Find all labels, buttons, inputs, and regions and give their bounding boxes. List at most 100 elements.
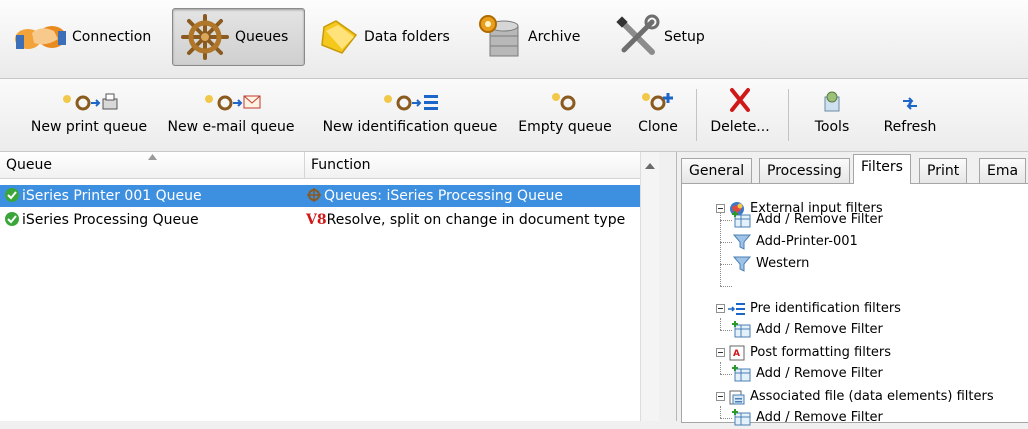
refresh-button[interactable]: Refresh (872, 85, 948, 145)
tree-connector (720, 318, 721, 330)
new-email-queue-button[interactable]: New e-mail queue (162, 85, 300, 145)
queue-list-grid: Queue Function iSeries Printer 001 Queue… (0, 152, 659, 421)
queue-function-cell: V8Resolve, split on change in document t… (306, 209, 640, 231)
grid-header: Queue Function (0, 152, 658, 179)
tab-general[interactable]: General (681, 158, 753, 183)
empty-queue-button[interactable]: Empty queue (512, 85, 618, 145)
nav-connection-button[interactable]: Connection (8, 8, 166, 66)
nav-setup-label: Setup (664, 29, 705, 45)
tree-collapse-toggle[interactable] (716, 204, 725, 213)
tree-node-associated-file-filters[interactable]: Associated file (data elements) filters (728, 386, 994, 408)
tools-label: Tools (814, 119, 850, 135)
funnel-icon (732, 234, 752, 250)
nav-queues-button[interactable]: Queues (172, 8, 305, 66)
new-identification-queue-button[interactable]: New identification queue (312, 85, 508, 145)
ship-wheel-small-icon (307, 188, 321, 202)
tree-collapse-toggle[interactable] (716, 392, 725, 401)
tree-node-add-remove-filter[interactable]: Add / Remove Filter (732, 407, 883, 429)
tree-node-pre-identification-filters[interactable]: Pre identification filters (728, 298, 901, 320)
add-filter-table-icon (732, 211, 751, 228)
tree-node-filter-add-printer-001[interactable]: Add-Printer-001 (732, 231, 858, 253)
tree-node-label: Post formatting filters (750, 345, 892, 360)
tree-node-filter-western[interactable]: Western (732, 253, 809, 275)
queue-name-text: iSeries Printer 001 Queue (22, 188, 202, 204)
toolbar-separator (788, 89, 789, 141)
tools-button[interactable]: Tools (800, 85, 864, 145)
table-row[interactable]: iSeries Processing Queue V8Resolve, spli… (0, 209, 640, 231)
add-filter-table-icon (732, 321, 751, 338)
handshake-icon (15, 26, 66, 49)
tree-node-label: Add / Remove Filter (756, 410, 883, 425)
toolbar-separator (696, 89, 697, 141)
queue-function-text: Queues: iSeries Processing Queue (324, 188, 564, 204)
empty-queue-icon (552, 93, 576, 111)
tree-collapse-toggle[interactable] (716, 304, 725, 313)
refresh-label: Refresh (883, 119, 937, 135)
tab-print[interactable]: Print (919, 158, 968, 183)
column-header-queue-label: Queue (6, 157, 52, 173)
scroll-up-arrow-icon[interactable] (645, 162, 655, 170)
add-filter-table-icon (732, 365, 751, 382)
nav-data-folders-button[interactable]: Data folders (312, 8, 467, 66)
tree-node-label: Pre identification filters (750, 301, 901, 316)
nav-setup-button[interactable]: Setup (608, 8, 718, 66)
main-navigation-bar: Connection Queues Data folders Archive S… (0, 0, 1028, 79)
filters-tab-panel: External input filters Add / Remove Filt… (681, 183, 1028, 426)
tab-filters[interactable]: Filters (853, 154, 911, 184)
delete-label: Delete... (710, 119, 770, 135)
queue-name-cell: iSeries Printer 001 Queue (4, 185, 304, 207)
ship-wheel-icon (181, 14, 229, 60)
refresh-icon (903, 97, 917, 110)
tools-icon (616, 14, 660, 55)
clone-icon (642, 93, 673, 111)
tab-print-label: Print (927, 163, 960, 179)
database-gear-icon (479, 15, 519, 57)
delete-button[interactable]: Delete... (705, 85, 775, 145)
new-identification-queue-label: New identification queue (322, 119, 498, 135)
new-print-queue-label: New print queue (30, 119, 148, 135)
grid-vertical-scrollbar[interactable] (640, 152, 659, 421)
queue-name-text: iSeries Processing Queue (22, 212, 199, 228)
funnel-icon (732, 256, 752, 272)
tree-node-post-formatting-filters[interactable]: A Post formatting filters (728, 342, 891, 364)
filters-tree: External input filters Add / Remove Filt… (682, 184, 1028, 426)
queue-properties-pane: General Processing Filters Print Ema Ext… (676, 152, 1028, 426)
column-header-queue[interactable]: Queue (0, 152, 305, 178)
tab-email[interactable]: Ema (979, 158, 1027, 183)
tab-processing-label: Processing (767, 163, 842, 179)
queue-function-cell: Queues: iSeries Processing Queue (306, 185, 640, 207)
add-filter-table-icon (732, 409, 751, 426)
tree-connector (720, 220, 732, 221)
tree-connector (720, 212, 721, 286)
new-print-queue-icon (63, 93, 118, 111)
tree-node-add-remove-filter[interactable]: Add / Remove Filter (732, 319, 883, 341)
tree-connector (720, 374, 732, 375)
formatted-document-icon: A (729, 345, 745, 361)
tools-small-icon (824, 91, 840, 112)
queue-name-cell: iSeries Processing Queue (4, 209, 304, 231)
nav-archive-button[interactable]: Archive (470, 8, 598, 66)
new-identification-queue-icon (384, 95, 438, 111)
tree-node-label: Add-Printer-001 (756, 234, 858, 249)
column-header-function[interactable]: Function (305, 152, 640, 178)
tree-connector (720, 264, 732, 265)
tree-connector (720, 362, 721, 374)
tree-node-label: Add / Remove Filter (756, 212, 883, 227)
clone-button[interactable]: Clone (630, 85, 686, 145)
delete-x-icon (730, 88, 750, 112)
table-row[interactable]: iSeries Printer 001 Queue Queues: iSerie… (0, 185, 640, 207)
tree-node-add-remove-filter[interactable]: Add / Remove Filter (732, 209, 883, 231)
associated-file-icon (729, 390, 745, 405)
tab-email-label: Ema (987, 163, 1019, 179)
nav-archive-label: Archive (528, 29, 581, 45)
tree-node-label: Western (756, 256, 810, 271)
clone-label: Clone (638, 119, 678, 135)
tree-node-label: Add / Remove Filter (756, 366, 883, 381)
tab-processing[interactable]: Processing (759, 158, 850, 183)
check-status-icon (5, 188, 19, 202)
sort-ascending-icon (148, 154, 157, 160)
new-print-queue-button[interactable]: New print queue (24, 85, 154, 145)
tree-node-add-remove-filter[interactable]: Add / Remove Filter (732, 363, 883, 385)
empty-queue-label: Empty queue (518, 119, 612, 135)
tree-collapse-toggle[interactable] (716, 348, 725, 357)
